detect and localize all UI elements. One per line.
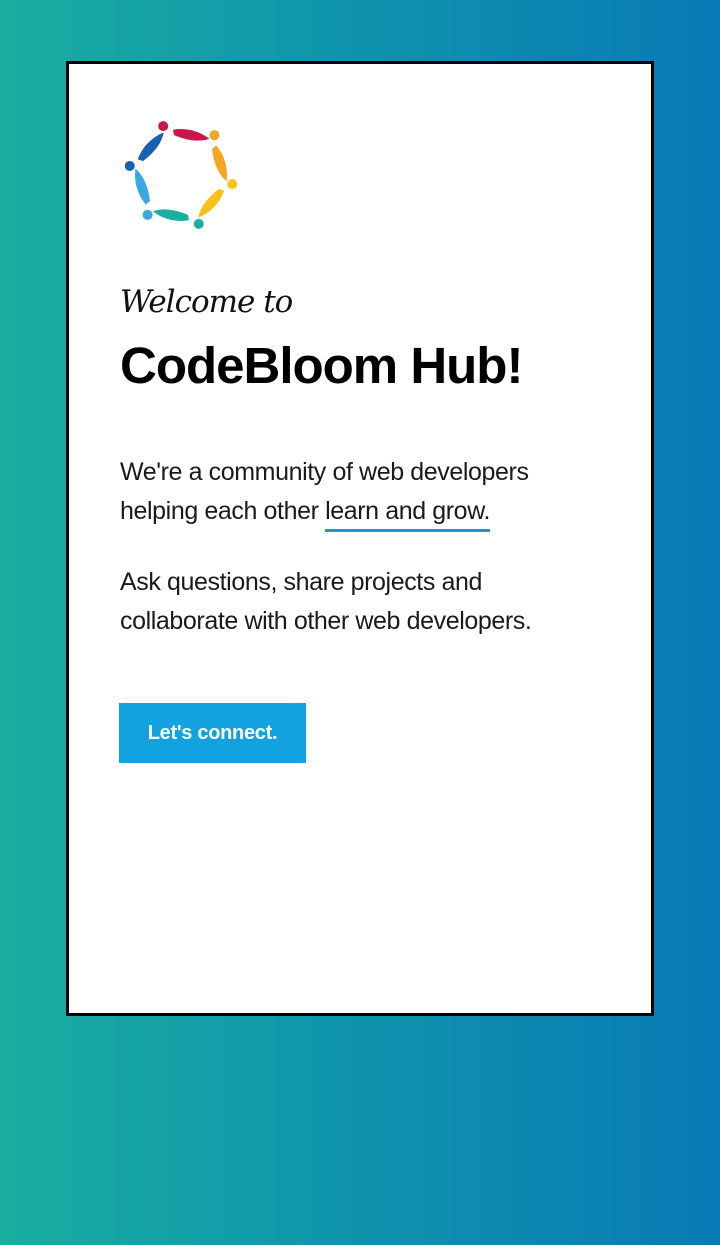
logo-person-head bbox=[227, 179, 238, 190]
logo-person-body bbox=[152, 209, 189, 221]
logo-person-body bbox=[135, 168, 150, 205]
logo-person-body bbox=[212, 145, 227, 182]
page-title: CodeBloom Hub! bbox=[120, 337, 523, 394]
logo-person-body bbox=[173, 129, 210, 141]
logo-person-head bbox=[142, 209, 153, 220]
welcome-label: Welcome to bbox=[120, 284, 293, 320]
learn-and-grow-highlight: learn and grow. bbox=[325, 497, 490, 532]
connect-button[interactable]: Let's connect. bbox=[119, 703, 306, 763]
logo-person-head bbox=[193, 218, 204, 229]
logo-person-head bbox=[158, 121, 169, 132]
community-logo-icon bbox=[124, 121, 238, 229]
logo-person-body bbox=[137, 132, 164, 162]
logo-person-head bbox=[209, 130, 220, 141]
intro-paragraph: We're a community of web developers help… bbox=[120, 453, 590, 532]
description-paragraph: Ask questions, share projects and collab… bbox=[120, 568, 532, 635]
welcome-card: Welcome to CodeBloom Hub! We're a commun… bbox=[66, 61, 654, 1016]
logo-person-body bbox=[198, 188, 225, 218]
logo-person-head bbox=[124, 160, 135, 171]
